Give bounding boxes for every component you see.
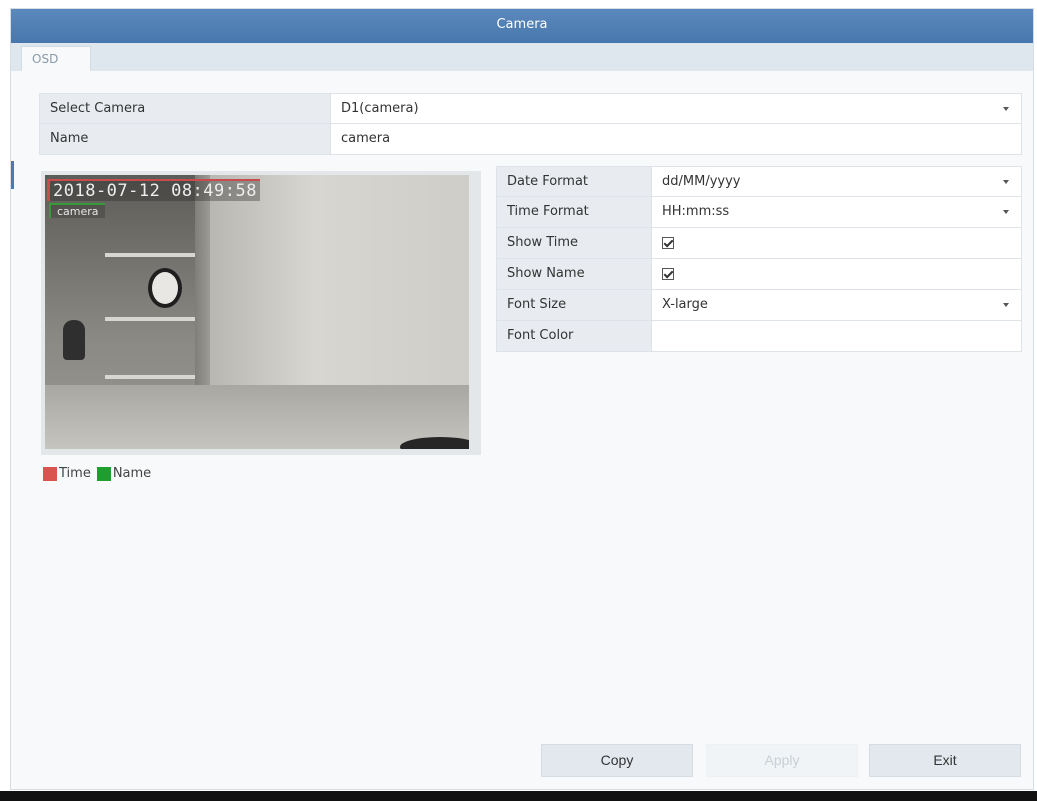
date-format-row: Date Format dd/MM/yyyy [496, 166, 1022, 197]
show-name-row: Show Name [496, 259, 1022, 290]
date-format-dropdown[interactable]: dd/MM/yyyy [652, 167, 1021, 196]
shelf [105, 375, 195, 379]
select-camera-row: Select Camera D1(camera) [39, 93, 1022, 124]
date-format-label: Date Format [497, 167, 652, 196]
shelf [105, 317, 195, 321]
overlay-legend: Time Name [43, 466, 157, 481]
name-row: Name camera [39, 124, 1022, 155]
show-name-cell [652, 259, 1021, 289]
name-color-swatch [96, 466, 111, 481]
legend-item-time: Time [43, 466, 91, 481]
osd-time-overlay[interactable]: 2018-07-12 08:49:58 [47, 179, 260, 201]
font-size-dropdown[interactable]: X-large [652, 290, 1021, 320]
chair-shape [63, 320, 85, 360]
room-floor [45, 385, 469, 449]
tab-bar: OSD [11, 43, 1033, 71]
camera-window: Camera OSD Select Camera D1(camera) Name… [10, 8, 1034, 790]
legend-time-label: Time [59, 466, 91, 481]
video-feed: 2018-07-12 08:49:58 camera [45, 175, 469, 449]
clock-icon [148, 268, 182, 308]
show-time-label: Show Time [497, 228, 652, 258]
select-camera-dropdown[interactable]: D1(camera) [331, 94, 1021, 123]
time-format-label: Time Format [497, 197, 652, 227]
name-input[interactable]: camera [331, 124, 1021, 154]
screen-bottom-bar [0, 791, 1037, 801]
show-time-cell [652, 228, 1021, 258]
time-format-dropdown[interactable]: HH:mm:ss [652, 197, 1021, 227]
osd-name-overlay[interactable]: camera [49, 203, 105, 218]
exit-button[interactable]: Exit [869, 744, 1021, 777]
copy-button[interactable]: Copy [541, 744, 693, 777]
font-color-picker[interactable] [652, 321, 1021, 351]
camera-form: Select Camera D1(camera) Name camera [39, 93, 1022, 155]
apply-button[interactable]: Apply [706, 744, 858, 777]
osd-settings-form: Date Format dd/MM/yyyy Time Format HH:mm… [496, 166, 1022, 352]
show-name-label: Show Name [497, 259, 652, 289]
font-color-row: Font Color [496, 321, 1022, 352]
select-camera-label: Select Camera [40, 94, 331, 123]
show-time-checkbox[interactable] [662, 237, 674, 249]
time-format-row: Time Format HH:mm:ss [496, 197, 1022, 228]
name-label: Name [40, 124, 331, 154]
legend-item-name: Name [96, 466, 152, 481]
side-accent-bar [11, 161, 14, 189]
font-color-label: Font Color [497, 321, 652, 351]
font-size-label: Font Size [497, 290, 652, 320]
time-color-swatch [43, 466, 57, 481]
window-title: Camera [11, 9, 1033, 43]
tab-osd[interactable]: OSD [21, 46, 91, 71]
legend-name-label: Name [112, 466, 152, 481]
show-time-row: Show Time [496, 228, 1022, 259]
show-name-checkbox[interactable] [662, 268, 674, 280]
shelf [105, 253, 195, 257]
camera-preview: 2018-07-12 08:49:58 camera [41, 171, 481, 455]
font-size-row: Font Size X-large [496, 290, 1022, 321]
